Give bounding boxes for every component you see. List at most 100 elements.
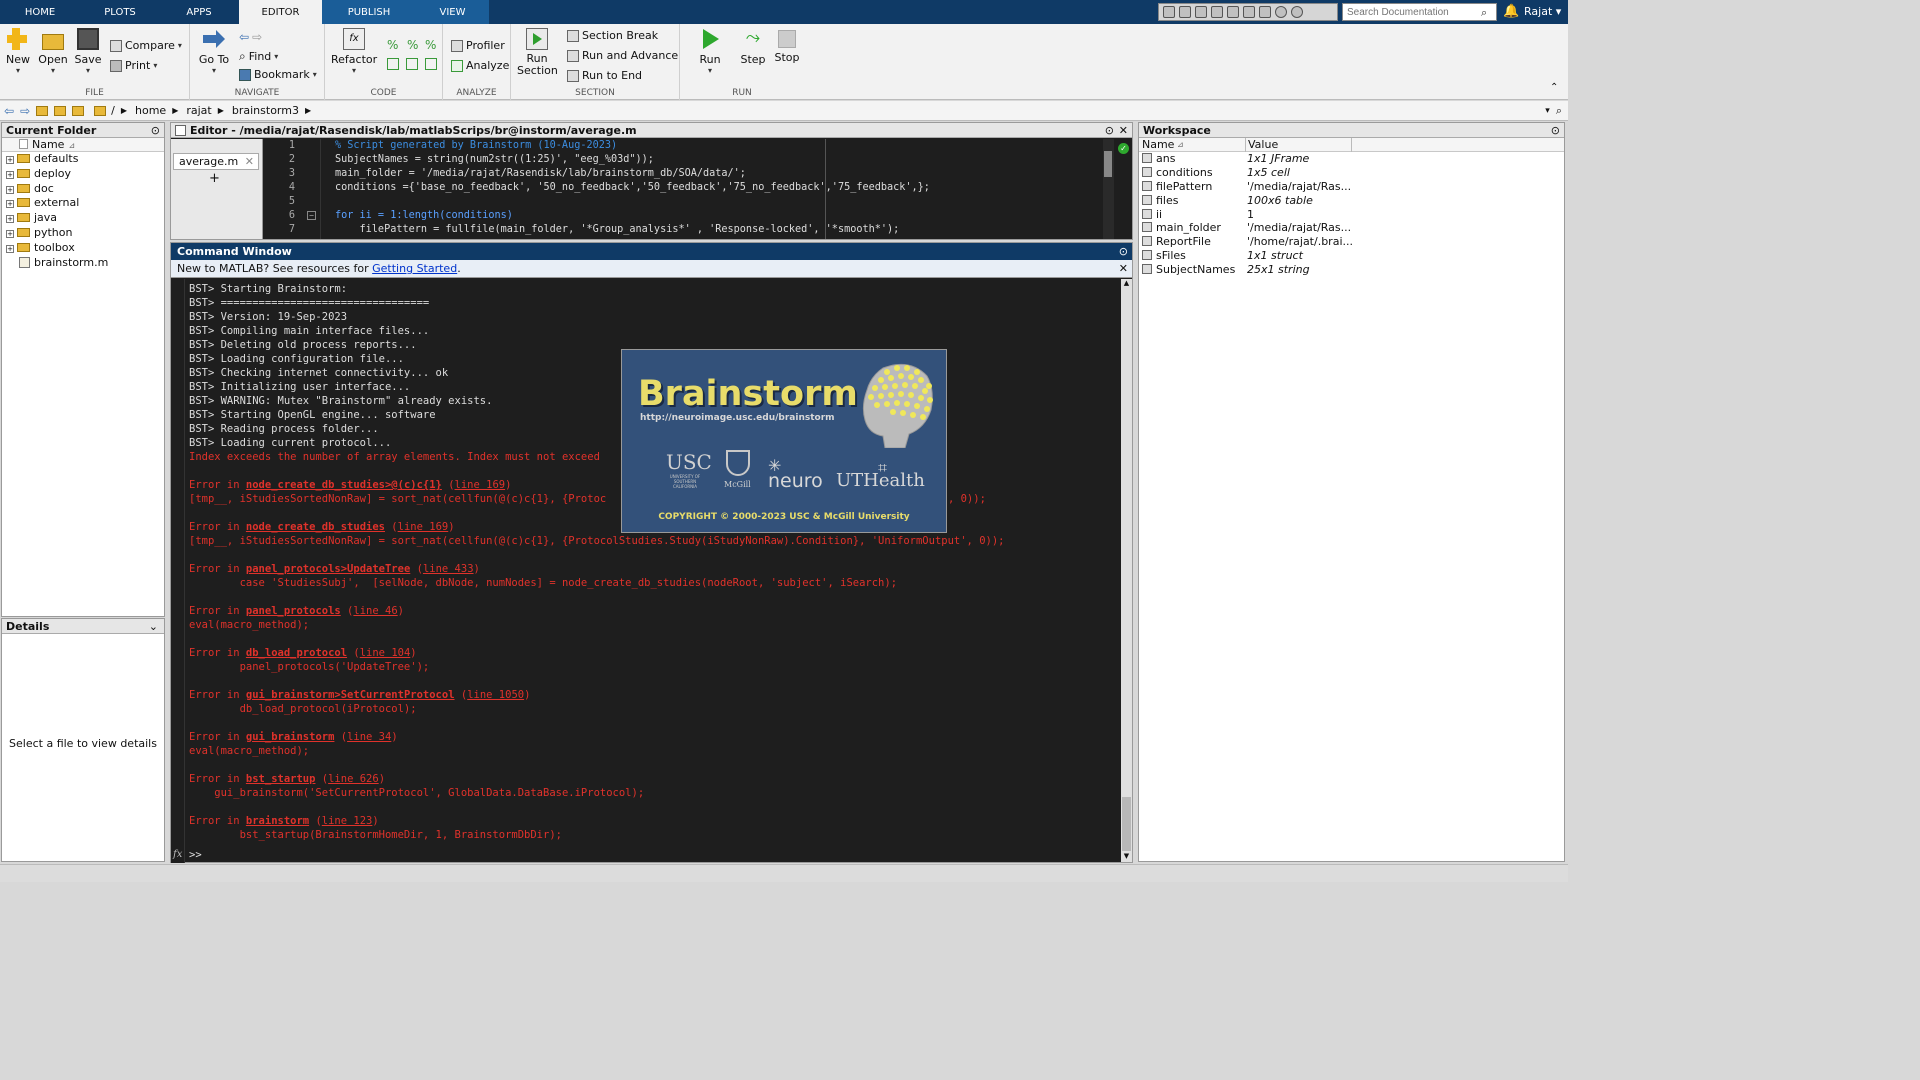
increase-indent-icon[interactable] <box>425 58 437 70</box>
find-button[interactable]: ⌕ Find ▾ <box>239 49 278 64</box>
expand-icon[interactable]: + <box>6 185 14 194</box>
collapse-icon[interactable] <box>1291 6 1303 18</box>
cut-icon[interactable] <box>1179 6 1191 18</box>
tab-publish[interactable]: PUBLISH <box>322 0 416 24</box>
workspace-row[interactable]: main_folder '/media/rajat/Ras... <box>1139 221 1564 235</box>
expand-icon[interactable]: + <box>6 215 14 224</box>
error-function-link[interactable]: gui_brainstorm>SetCurrentProtocol <box>246 689 455 701</box>
workspace-row[interactable]: filePattern '/media/rajat/Ras... <box>1139 180 1564 194</box>
help-icon[interactable] <box>1275 6 1287 18</box>
bell-icon[interactable]: 🔔 <box>1503 4 1519 19</box>
error-line-link[interactable]: line 626 <box>328 773 379 785</box>
folder-item[interactable]: + defaults <box>2 152 164 167</box>
error-function-link[interactable]: gui_brainstorm <box>246 731 335 743</box>
getting-started-link[interactable]: Getting Started <box>372 262 457 275</box>
workspace-menu-icon[interactable]: ⊙ <box>1551 123 1560 138</box>
error-function-link[interactable]: bst_startup <box>246 773 316 785</box>
forward-arrow-icon[interactable]: ⇨ <box>252 30 262 44</box>
error-function-link[interactable]: node_create_db_studies>@(c)c{1} <box>246 479 442 491</box>
goto-button[interactable]: Go To ▾ <box>198 28 230 75</box>
chevron-down-icon[interactable]: ⌄ <box>149 619 158 634</box>
command-window-menu-icon[interactable]: ⊙ <box>1119 243 1128 260</box>
run-section-button[interactable]: Run Section <box>517 28 558 77</box>
workspace-row[interactable]: ans 1x1 JFrame <box>1139 152 1564 166</box>
tab-editor[interactable]: EDITOR <box>239 0 322 24</box>
print-button[interactable]: Print ▾ <box>110 59 157 72</box>
smart-indent-icon[interactable] <box>387 58 399 70</box>
command-scroll-thumb[interactable] <box>1122 797 1131 851</box>
file-tab-average[interactable]: average.m ✕ <box>173 153 259 170</box>
tab-home[interactable]: HOME <box>18 0 62 24</box>
bookmark-button[interactable]: Bookmark ▾ <box>239 68 317 81</box>
error-function-link[interactable]: panel_protocols>UpdateTree <box>246 563 410 575</box>
error-function-link[interactable]: db_load_protocol <box>246 647 347 659</box>
folder-item[interactable]: + python <box>2 226 164 241</box>
expand-icon[interactable]: + <box>6 170 14 179</box>
tab-apps[interactable]: APPS <box>178 0 220 24</box>
address-dropdown-icon[interactable]: ▾ <box>1545 106 1550 116</box>
ws-col-value[interactable]: Value <box>1248 138 1278 152</box>
open-button[interactable]: Open ▾ <box>38 28 68 75</box>
expand-icon[interactable]: + <box>6 244 14 253</box>
folder-item[interactable]: + external <box>2 196 164 211</box>
workspace-row[interactable]: SubjectNames 25x1 string <box>1139 263 1564 277</box>
forward-icon[interactable]: ⇨ <box>20 104 30 118</box>
search-icon[interactable]: ⌕ <box>1481 6 1487 20</box>
tab-plots[interactable]: PLOTS <box>97 0 143 24</box>
user-menu[interactable]: Rajat ▾ <box>1524 5 1561 18</box>
close-tab-icon[interactable]: ✕ <box>245 154 254 170</box>
expand-icon[interactable]: + <box>6 200 14 209</box>
analyze-button[interactable]: Analyze <box>451 59 509 72</box>
tab-view[interactable]: VIEW <box>416 0 489 24</box>
uncomment-icon[interactable]: % <box>407 38 418 52</box>
error-line-link[interactable]: line 104 <box>360 647 411 659</box>
profiler-button[interactable]: Profiler <box>451 39 505 52</box>
folder-item[interactable]: + deploy <box>2 167 164 182</box>
editor-close-icon[interactable]: ✕ <box>1119 123 1128 138</box>
folder-column-header[interactable]: Name ⊿ <box>2 138 164 152</box>
pane-menu-icon[interactable]: ⊙ <box>151 123 160 138</box>
error-function-link[interactable]: panel_protocols <box>246 605 341 617</box>
comment-icon[interactable]: % <box>387 38 398 52</box>
folder-history-icon[interactable] <box>72 105 85 116</box>
scroll-up-icon[interactable]: ▲ <box>1121 279 1132 289</box>
workspace-row[interactable]: ReportFile '/home/rajat/.brai... <box>1139 235 1564 249</box>
wrap-comments-icon[interactable]: % <box>425 38 436 52</box>
folder-item[interactable]: + doc <box>2 182 164 197</box>
error-line-link[interactable]: line 46 <box>353 605 397 617</box>
stop-button[interactable]: Stop <box>772 28 802 64</box>
error-line-link[interactable]: line 34 <box>347 731 391 743</box>
decrease-indent-icon[interactable] <box>406 58 418 70</box>
back-forward-buttons[interactable]: ⇦ ⇨ <box>239 30 262 44</box>
back-icon[interactable]: ⇦ <box>4 104 14 118</box>
error-line-link[interactable]: line 1050 <box>467 689 524 701</box>
folder-item[interactable]: + java <box>2 211 164 226</box>
search-documentation-input[interactable] <box>1342 3 1497 21</box>
code-fold-icon[interactable]: − <box>307 211 316 220</box>
banner-close-icon[interactable]: ✕ <box>1119 260 1128 278</box>
new-button[interactable]: New ▾ <box>4 28 32 75</box>
save-icon[interactable] <box>1163 6 1175 18</box>
file-item[interactable]: brainstorm.m <box>2 256 164 271</box>
undo-icon[interactable] <box>1227 6 1239 18</box>
expand-icon[interactable]: + <box>6 156 14 164</box>
path-part-rajat[interactable]: rajat <box>186 104 211 117</box>
editor-scrollbar[interactable] <box>1103 139 1114 239</box>
folder-search-icon[interactable]: ⌕ <box>1556 104 1562 118</box>
browse-folder-icon[interactable] <box>54 105 67 116</box>
run-button[interactable]: Run ▾ <box>696 28 724 75</box>
workspace-row[interactable]: files 100x6 table <box>1139 194 1564 208</box>
command-prompt[interactable]: >> <box>189 849 202 863</box>
code-analyzer-ok-icon[interactable]: ✓ <box>1118 143 1129 154</box>
collapse-ribbon-icon[interactable]: ⌃ <box>1550 82 1558 93</box>
path-part-home[interactable]: home <box>135 104 166 117</box>
path-chevron-icon[interactable]: ▶ <box>305 106 311 115</box>
command-scrollbar[interactable]: ▲ ▼ <box>1121 279 1132 862</box>
error-function-link[interactable]: node_create_db_studies <box>246 521 385 533</box>
workspace-row[interactable]: conditions 1x5 cell <box>1139 166 1564 180</box>
error-function-link[interactable]: brainstorm <box>246 815 309 827</box>
error-line-link[interactable]: line 123 <box>322 815 373 827</box>
editor-menu-icon[interactable]: ⊙ <box>1105 123 1114 138</box>
path-separator[interactable]: / <box>111 104 115 117</box>
back-arrow-icon[interactable]: ⇦ <box>239 30 249 44</box>
